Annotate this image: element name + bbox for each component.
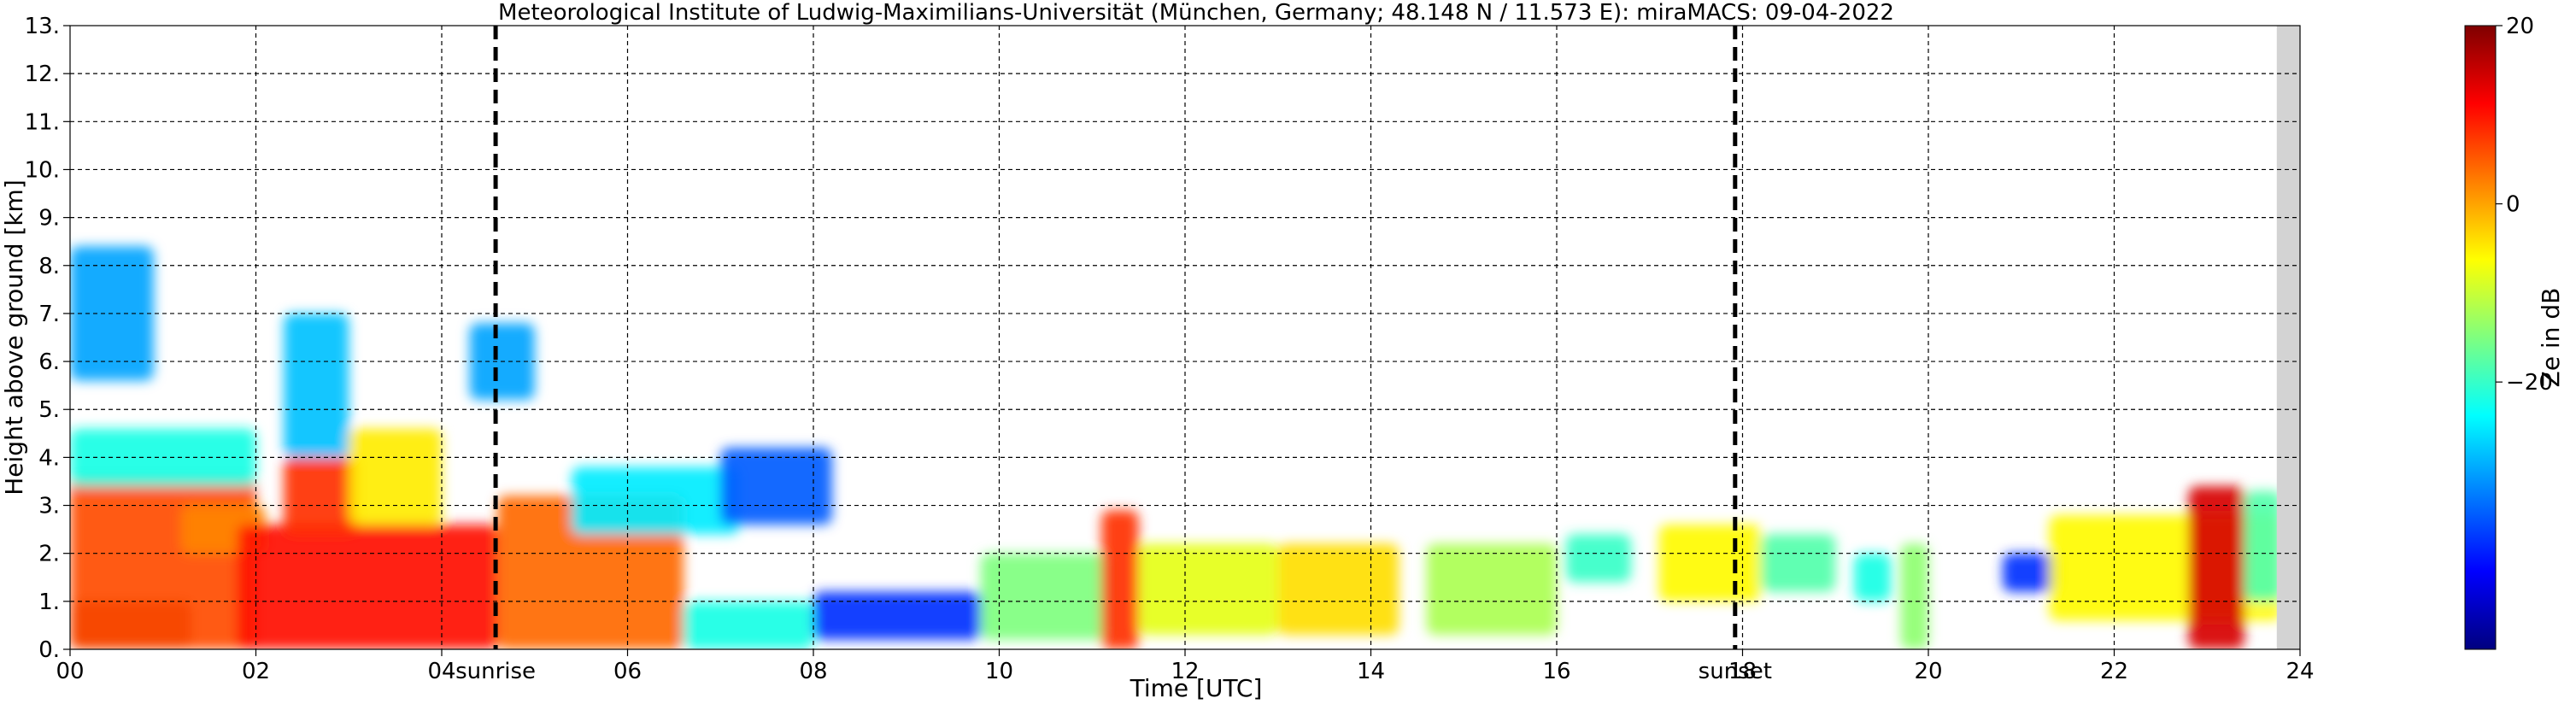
- y-tick-label: 4.: [38, 445, 60, 471]
- y-tick-label: 7.: [38, 302, 60, 327]
- cloud-region: [572, 466, 739, 535]
- y-tick-label: 2.: [38, 542, 60, 567]
- y-tick-label: 9.: [38, 206, 60, 232]
- x-tick-label: 18: [1728, 659, 1757, 684]
- y-tick-label: 13.: [25, 14, 60, 39]
- no-data-region: [2276, 26, 2300, 649]
- annotation-label: sunrise: [455, 659, 536, 684]
- x-tick-label: 08: [799, 659, 827, 684]
- x-tick-label: 16: [1542, 659, 1570, 684]
- y-tick-label: 5.: [38, 397, 60, 423]
- x-axis-label: Time [UTC]: [1130, 674, 1263, 702]
- x-tick-label: 02: [242, 659, 270, 684]
- colorbar-label: Ze in dB: [2537, 288, 2565, 388]
- x-tick-label: 24: [2286, 659, 2314, 684]
- cloud-region: [284, 313, 349, 458]
- cloud-region: [720, 448, 832, 525]
- colorbar: 200−20 Ze in dB: [2464, 14, 2565, 650]
- x-tick-label: 00: [56, 659, 84, 684]
- y-tick-label: 1.: [38, 590, 60, 615]
- x-tick-label: 22: [2100, 659, 2128, 684]
- colorbar-tick-label: 0: [2506, 192, 2520, 218]
- x-tick-label: 04: [427, 659, 455, 684]
- cloud-region: [1658, 525, 1762, 601]
- y-tick-label: 12.: [25, 62, 60, 87]
- colorbar-tick-label: 20: [2506, 14, 2534, 39]
- x-tick-label: 14: [1357, 659, 1385, 684]
- cloud-region: [1426, 543, 1557, 636]
- cloud-region: [1900, 543, 1928, 649]
- colorbar-gradient: [2464, 25, 2497, 650]
- cloud-region: [1277, 543, 1399, 636]
- cloud-region: [284, 457, 359, 535]
- y-tick-label: 6.: [38, 349, 60, 375]
- cloud-region: [683, 601, 813, 649]
- x-tick-label: 20: [1914, 659, 1942, 684]
- y-axis-label: Height above ground [km]: [0, 179, 28, 496]
- radar-chart: Meteorological Institute of Ludwig-Maxim…: [0, 0, 2565, 702]
- y-tick-label: 11.: [25, 109, 60, 135]
- cloud-region: [2188, 486, 2244, 649]
- cloud-region: [1761, 534, 1836, 592]
- cloud-region: [1854, 553, 1892, 601]
- cloud-region: [980, 553, 1111, 640]
- chart-title: Meteorological Institute of Ludwig-Maxim…: [498, 0, 1894, 26]
- cloud-region: [2244, 490, 2282, 601]
- cloud-region: [70, 476, 256, 649]
- y-tick-label: 10.: [25, 157, 60, 183]
- y-axis: 0. 1. 2. 3. 4. 5. 6. 7. 8. 9. 10. 11. 12. 13.: [25, 14, 70, 663]
- y-tick-label: 0.: [38, 637, 60, 663]
- y-tick-label: 8.: [38, 254, 60, 279]
- y-tick-label: 3.: [38, 494, 60, 519]
- x-tick-label: 10: [985, 659, 1013, 684]
- cloud-region: [237, 525, 498, 649]
- cloud-region: [349, 428, 442, 525]
- cloud-region: [813, 591, 981, 640]
- plot-area: sunrise sunset: [69, 25, 2301, 684]
- x-tick-label: 06: [613, 659, 642, 684]
- cloud-region: [1138, 543, 1278, 636]
- cloud-region: [1565, 534, 1631, 583]
- cloud-region: [1101, 510, 1139, 649]
